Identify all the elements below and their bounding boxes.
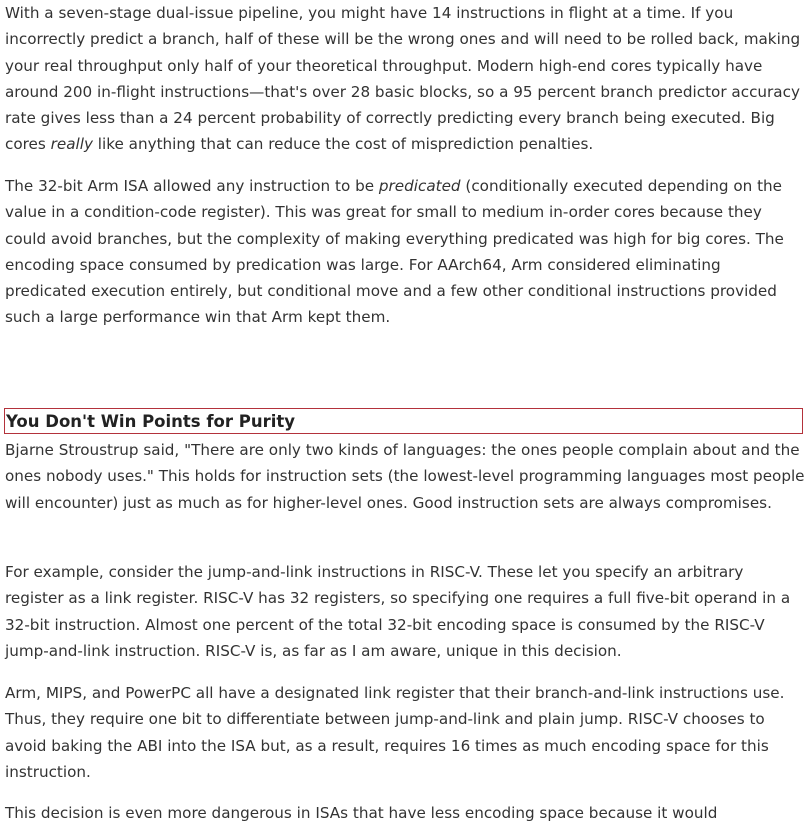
emphasis-really: really xyxy=(50,135,93,154)
paragraph-text: With a seven-stage dual-issue pipeline, … xyxy=(5,4,801,154)
section-heading: You Don't Win Points for Purity xyxy=(4,407,803,434)
paragraph-jump-and-link: For example, consider the jump-and-link … xyxy=(5,563,791,660)
paragraph-branch-prediction: With a seven-stage dual-issue pipeline, … xyxy=(5,0,805,158)
paragraph-text: (conditionally executed depending on the… xyxy=(5,177,784,327)
paragraph-text: The 32-bit Arm ISA allowed any instructi… xyxy=(5,177,379,195)
paragraph-link-register: Arm, MIPS, and PowerPC all have a design… xyxy=(5,684,785,781)
emphasis-predicated: predicated xyxy=(378,177,461,195)
paragraph-encoding-space: This decision is even more dangerous in … xyxy=(5,804,718,822)
paragraph-stroustrup-quote: Bjarne Stroustrup said, "There are only … xyxy=(5,441,805,512)
paragraph-text: like anything that can reduce the cost o… xyxy=(92,135,594,154)
paragraph-predication: The 32-bit Arm ISA allowed any instructi… xyxy=(5,173,805,331)
